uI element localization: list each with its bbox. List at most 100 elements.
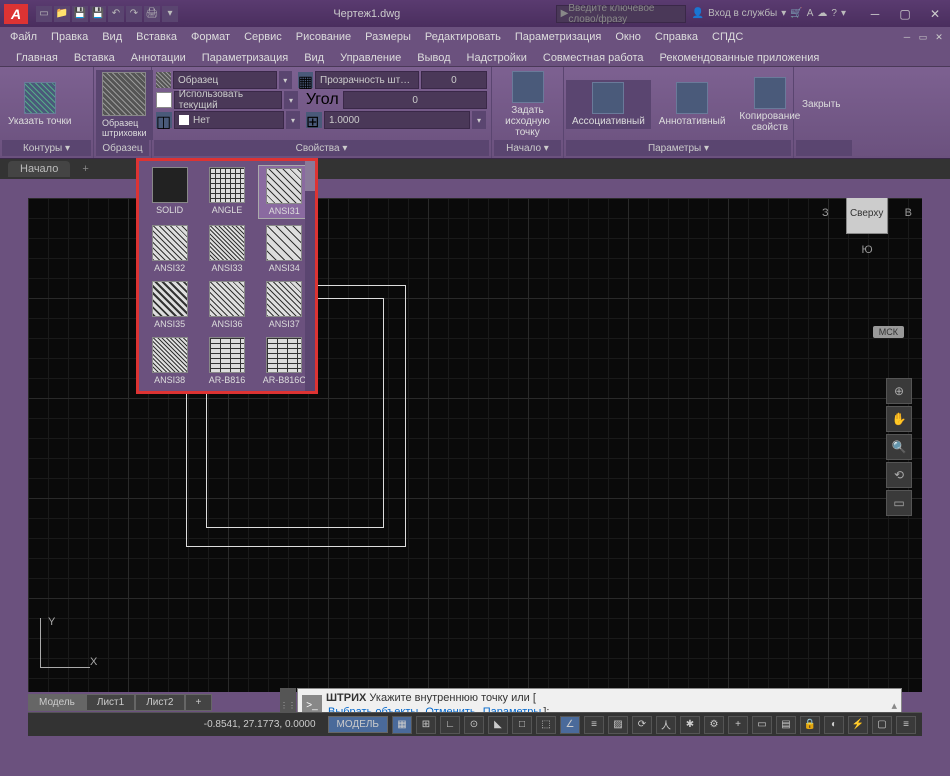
ribbon-tab-4[interactable]: Вид [296, 50, 332, 66]
transparency-select[interactable]: Прозрачность шт… [315, 71, 419, 89]
type-select[interactable]: Образец [173, 71, 277, 89]
selection-cycling[interactable]: ⟳ [632, 716, 652, 734]
menu-редактировать[interactable]: Редактировать [419, 29, 507, 45]
doc-close[interactable]: ✕ [932, 30, 946, 44]
3dosnap-toggle[interactable]: ⬚ [536, 716, 556, 734]
ortho-toggle[interactable]: ∟ [440, 716, 460, 734]
ribbon-tab-6[interactable]: Вывод [409, 50, 458, 66]
popup-scrollbar[interactable] [305, 161, 315, 391]
color-select[interactable]: Использовать текущий [174, 91, 282, 109]
orbit-icon[interactable]: ⟲ [886, 462, 912, 488]
pattern-ar-b816[interactable]: AR-B816 [200, 335, 253, 387]
doc-tab-start[interactable]: Начало [8, 161, 70, 177]
redo-icon[interactable]: ↷ [126, 6, 142, 22]
set-origin-button[interactable]: Задать исходную точку [494, 69, 561, 140]
pattern-ansi31[interactable]: ANSI31 [258, 165, 311, 219]
pattern-ansi32[interactable]: ANSI32 [143, 223, 196, 275]
bgcolor-select[interactable]: Нет [174, 111, 284, 129]
panel-pattern-title[interactable]: Образец [96, 140, 149, 156]
bgcolor-dropdown-icon[interactable]: ▾ [286, 111, 300, 129]
menu-формат[interactable]: Формат [185, 29, 236, 45]
ribbon-tab-2[interactable]: Аннотации [123, 50, 194, 66]
clean-screen[interactable]: ▢ [872, 716, 892, 734]
pattern-ansi35[interactable]: ANSI35 [143, 279, 196, 331]
scale-dropdown-icon[interactable]: ▾ [472, 111, 486, 129]
annotation-visibility[interactable]: ✱ [680, 716, 700, 734]
hatch-pattern-button[interactable]: Образец штриховки [96, 70, 153, 140]
login-link[interactable]: Вход в службы [708, 8, 777, 19]
isodraft-toggle[interactable]: ◣ [488, 716, 508, 734]
viewcube-east[interactable]: В [905, 207, 912, 219]
ribbon-tab-7[interactable]: Надстройки [459, 50, 535, 66]
qat-dropdown-icon[interactable]: ▾ [162, 6, 178, 22]
panel-props-title[interactable]: Свойства ▾ [154, 140, 489, 156]
ucs-badge[interactable]: МСК [873, 326, 904, 338]
scale-value[interactable]: 1.0000 [324, 111, 470, 129]
doc-tab-add[interactable]: + [70, 161, 100, 177]
doc-restore[interactable]: ▭ [916, 30, 930, 44]
annotative-button[interactable]: Аннотативный [653, 80, 732, 129]
pattern-ansi33[interactable]: ANSI33 [200, 223, 253, 275]
ribbon-tab-3[interactable]: Параметризация [194, 50, 296, 66]
app-store-icon[interactable]: A [807, 8, 814, 19]
cloud-icon[interactable]: ☁ [817, 8, 827, 19]
osnap-toggle[interactable]: □ [512, 716, 532, 734]
panel-options-title[interactable]: Параметры ▾ [566, 140, 791, 156]
units-toggle[interactable]: ▭ [752, 716, 772, 734]
snap-toggle[interactable]: ⊞ [416, 716, 436, 734]
menu-вид[interactable]: Вид [96, 29, 128, 45]
help-dropdown-icon[interactable]: ▾ [841, 8, 846, 19]
pattern-ansi36[interactable]: ANSI36 [200, 279, 253, 331]
close-button[interactable]: ✕ [920, 3, 950, 25]
pattern-solid[interactable]: SOLID [143, 165, 196, 219]
quickprops-toggle[interactable]: ▤ [776, 716, 796, 734]
pattern-ansi38[interactable]: ANSI38 [143, 335, 196, 387]
app-logo[interactable]: A [4, 4, 28, 24]
customize-status[interactable]: ≡ [896, 716, 916, 734]
user-icon[interactable]: 👤 [692, 8, 704, 19]
ribbon-tab-0[interactable]: Главная [8, 50, 66, 66]
viewcube-west[interactable]: З [822, 207, 829, 219]
workspace-switch[interactable]: ⚙ [704, 716, 724, 734]
viewcube-south[interactable]: Ю [822, 244, 912, 256]
ribbon-tab-1[interactable]: Вставка [66, 50, 123, 66]
otrack-toggle[interactable]: ∠ [560, 716, 580, 734]
layout-tab-лист2[interactable]: Лист2 [135, 694, 184, 711]
isolate-objects[interactable]: ◐ [824, 716, 844, 734]
pattern-ar-b816c[interactable]: AR-B816C [258, 335, 311, 387]
pattern-ansi34[interactable]: ANSI34 [258, 223, 311, 275]
type-dropdown-icon[interactable]: ▾ [279, 71, 292, 89]
associative-button[interactable]: Ассоциативный [566, 80, 651, 129]
popup-scroll-thumb[interactable] [305, 161, 315, 191]
menu-рисование[interactable]: Рисование [290, 29, 357, 45]
coordinates[interactable]: -0.8541, 27.1773, 0.0000 [204, 719, 316, 730]
undo-icon[interactable]: ↶ [108, 6, 124, 22]
color-dropdown-icon[interactable]: ▾ [284, 91, 298, 109]
menu-справка[interactable]: Справка [649, 29, 704, 45]
hardware-accel[interactable]: ⚡ [848, 716, 868, 734]
transparency-value[interactable]: 0 [421, 71, 487, 89]
pan-icon[interactable]: ✋ [886, 406, 912, 432]
open-icon[interactable]: 📁 [54, 6, 70, 22]
login-dropdown-icon[interactable]: ▾ [781, 8, 786, 19]
menu-размеры[interactable]: Размеры [359, 29, 417, 45]
ribbon-tab-5[interactable]: Управление [332, 50, 409, 66]
polar-toggle[interactable]: ⊙ [464, 716, 484, 734]
doc-minimize[interactable]: ─ [900, 30, 914, 44]
pattern-angle[interactable]: ANGLE [200, 165, 253, 219]
cmdline-expand-icon[interactable]: ▴ [891, 699, 897, 712]
new-icon[interactable]: ▭ [36, 6, 52, 22]
model-space-button[interactable]: МОДЕЛЬ [328, 716, 388, 733]
lineweight-toggle[interactable]: ≡ [584, 716, 604, 734]
maximize-button[interactable]: ▢ [890, 3, 920, 25]
save-icon[interactable]: 💾 [72, 6, 88, 22]
grid-toggle[interactable]: ▦ [392, 716, 412, 734]
angle-value[interactable]: 0 [343, 91, 487, 109]
zoom-icon[interactable]: 🔍 [886, 434, 912, 460]
menu-спдс[interactable]: СПДС [706, 29, 749, 45]
pick-points-button[interactable]: Указать точки [2, 80, 77, 129]
cart-icon[interactable]: 🛒 [790, 8, 802, 19]
menu-параметризация[interactable]: Параметризация [509, 29, 607, 45]
layout-tab-модель[interactable]: Модель [28, 694, 86, 711]
minimize-button[interactable]: ─ [860, 3, 890, 25]
